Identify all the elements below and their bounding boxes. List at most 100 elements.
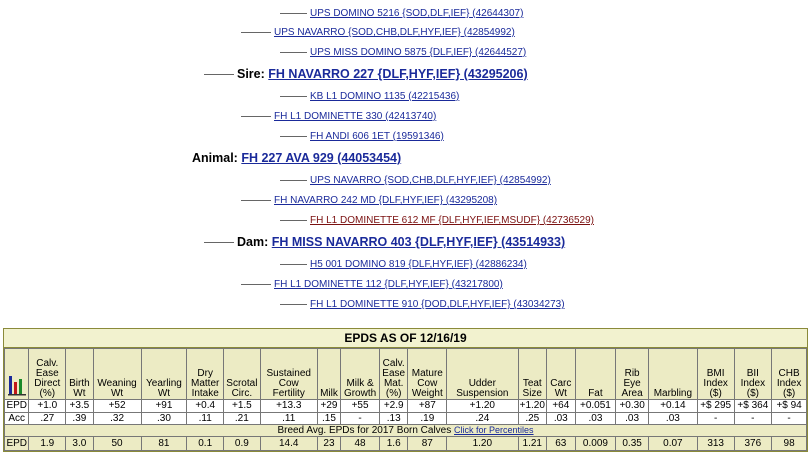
acc-value: .27 [28,412,67,425]
acc-value: .32 [92,412,142,425]
acc-row: Acc .27.39.32.30.11.21.11.15- .13.19.24.2… [3,412,807,425]
epd-value: +0.051 [574,399,617,413]
ped-dam-dam: FH L1 DOMINETTE 112 {DLF,HYF,IEF} (43217… [241,279,503,291]
ped-dam-dam-sire: H5 001 DOMINO 819 {DLF,HYF,IEF} (4288623… [280,259,527,271]
epd-column-header: Weaning Wt [92,348,142,400]
breed-avg-value: 1.6 [378,436,409,451]
acc-value: .03 [647,412,698,425]
epd-value: +$ 364 [733,399,773,413]
epd-value: +1.20 [446,399,519,413]
acc-value: .03 [546,412,576,425]
epd-column-header: Udder Suspension [446,348,519,400]
ped-sire: Sire: FH NAVARRO 227 {DLF,HYF,IEF} (4329… [204,67,528,82]
bar-chart-icon[interactable] [7,374,26,396]
dam-link[interactable]: FH MISS NAVARRO 403 {DLF,HYF,IEF} (43514… [272,235,565,249]
ped-sire-dam-dam: FH ANDI 606 1ET (19591346) [280,131,444,143]
acc-value: .15 [316,412,342,425]
ped-link[interactable]: FH L1 DOMINETTE 330 (42413740) [274,111,436,122]
acc-row-label: Acc [3,412,30,425]
epd-value: +0.4 [186,399,225,413]
epd-column-header: Calv. Ease Mat. (%) [378,348,409,400]
ped-link[interactable]: KB L1 DOMINO 1135 (42215436) [310,91,459,102]
epd-value: +91 [140,399,188,413]
ped-link[interactable]: FH L1 DOMINETTE 112 {DLF,HYF,IEF} (43217… [274,279,503,290]
breed-avg-value: 0.35 [615,436,649,451]
breed-avg-value: 0.1 [186,436,225,451]
breed-avg-value: 1.20 [446,436,519,451]
ped-link[interactable]: FH ANDI 606 1ET (19591346) [310,131,444,142]
acc-value: .11 [259,412,318,425]
epd-table: Calv. Ease Direct (%) Birth Wt Weaning Wt Y… [3,348,807,451]
breed-avg-value: 3.0 [65,436,94,451]
breed-avg-caption-row: Breed Avg. EPDs for 2017 Born Calves Cli… [4,424,807,437]
epd-column-header: BII Index ($) [733,348,773,400]
epd-column-header: Sustained Cow Fertility [259,348,318,400]
acc-value: .03 [615,412,649,425]
epd-value: +1.20 [517,399,548,413]
dam-label: Dam: [237,235,269,249]
epd-column-header: Milk & Growth [340,348,380,400]
epd-value: +2.9 [378,399,409,413]
ped-dam-sire-dam: FH L1 DOMINETTE 612 MF {DLF,HYF,IEF,MSUD… [280,215,594,227]
ped-link[interactable]: H5 001 DOMINO 819 {DLF,HYF,IEF} (4288623… [310,259,527,270]
epd-value: +29 [316,399,342,413]
epd-column-header: Rib Eye Area [615,348,649,400]
breed-avg-value: 87 [407,436,448,451]
ped-link[interactable]: UPS DOMINO 5216 {SOD,DLF,IEF} (42644307) [310,8,523,19]
breed-avg-value: 0.9 [223,436,261,451]
epd-value: +64 [546,399,576,413]
epd-value: +1.0 [28,399,67,413]
epd-panel: EPDS AS OF 12/16/19 Calv. Ease Direct (%… [3,328,808,452]
ped-link[interactable]: FH NAVARRO 242 MD {DLF,HYF,IEF} (4329520… [274,195,497,206]
epd-value: +0.30 [615,399,649,413]
epd-column-header: Milk [316,348,342,400]
percentiles-link[interactable]: Click for Percentiles [454,426,534,436]
sire-link[interactable]: FH NAVARRO 227 {DLF,HYF,IEF} (43295206) [268,67,527,81]
acc-value: .25 [517,412,548,425]
epd-header-row: Calv. Ease Direct (%) Birth Wt Weaning Wt Y… [3,348,807,400]
animal-link[interactable]: FH 227 AVA 929 (44053454) [241,151,401,165]
breed-avg-value: 23 [316,436,342,451]
breed-avg-value: 1.21 [517,436,548,451]
breed-avg-row: EPD 1.9 3.0 50 81 0.1 0.9 14.4 23 48 1.6 87 1.20 1.2… [3,436,807,451]
breed-avg-caption: Breed Avg. EPDs for 2017 Born Calves Cli… [4,424,807,437]
epd-column-header: Yearling Wt [140,348,188,400]
breed-avg-value: 0.009 [574,436,617,451]
acc-value: .24 [446,412,519,425]
acc-value: .19 [407,412,448,425]
ped-sire-dam: FH L1 DOMINETTE 330 (42413740) [241,111,436,123]
ped-dam-dam-dam: FH L1 DOMINETTE 910 {DOD,DLF,HYF,IEF} (4… [280,299,565,311]
breed-avg-row-label: EPD [3,436,30,451]
epd-value: +55 [340,399,380,413]
breed-avg-value: 14.4 [259,436,318,451]
ped-sire-sire-dam: UPS MISS DOMINO 5875 {DLF,IEF} (42644527… [280,47,526,59]
acc-value: .13 [378,412,409,425]
ped-link[interactable]: UPS MISS DOMINO 5875 {DLF,IEF} (42644527… [310,47,526,58]
epd-value: +3.5 [65,399,94,413]
epd-value: +$ 94 [771,399,807,413]
acc-value: .39 [65,412,94,425]
breed-avg-value: 63 [546,436,576,451]
epd-column-header: Birth Wt [65,348,94,400]
chart-icon-cell[interactable] [3,348,30,400]
ped-link[interactable]: FH L1 DOMINETTE 612 MF {DLF,HYF,IEF,MSUD… [310,215,594,226]
breed-avg-value: 48 [340,436,380,451]
acc-value: - [733,412,773,425]
ped-link[interactable]: UPS NAVARRO {SOD,CHB,DLF,HYF,IEF} (42854… [310,175,551,186]
ped-link[interactable]: FH L1 DOMINETTE 910 {DOD,DLF,HYF,IEF} (4… [310,299,565,310]
epd-value: +$ 295 [696,399,735,413]
acc-value: .30 [140,412,188,425]
breed-avg-value: 1.9 [28,436,67,451]
acc-value: .11 [186,412,225,425]
acc-value: .21 [223,412,261,425]
ped-link[interactable]: UPS NAVARRO {SOD,CHB,DLF,HYF,IEF} (42854… [274,27,515,38]
breed-avg-value: 376 [733,436,773,451]
epd-column-header: Calv. Ease Direct (%) [28,348,67,400]
epd-title: EPDS AS OF 12/16/19 [4,329,807,348]
breed-avg-value: 313 [696,436,735,451]
breed-avg-text: Breed Avg. EPDs for 2017 Born Calves [277,425,452,436]
epd-row-label: EPD [3,399,30,413]
epd-value: +1.5 [223,399,261,413]
epd-column-header: Scrotal Circ. [223,348,261,400]
epd-row: EPD +1.0 +3.5 +52 +91 +0.4 +1.5 +13.3 +29 +55 +2.… [3,399,807,413]
